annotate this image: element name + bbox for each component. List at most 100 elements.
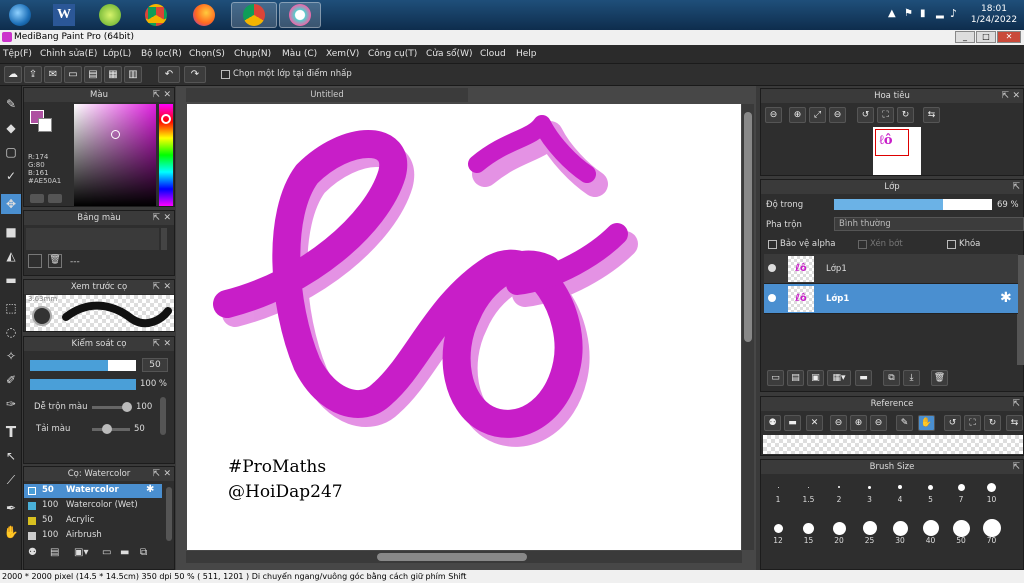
maximize-button[interactable]: □ bbox=[976, 31, 996, 43]
panel-popout-icon[interactable]: ⇱ bbox=[152, 467, 160, 481]
brush-load-icon[interactable]: ▣▾ bbox=[74, 547, 94, 561]
doc-settings-icon[interactable]: ▦ bbox=[104, 66, 122, 83]
tray-network-icon[interactable]: ▂ bbox=[936, 8, 944, 19]
tray-volume-icon[interactable]: ♪ bbox=[950, 7, 957, 20]
pen-tool-icon[interactable]: ✒ bbox=[1, 498, 21, 518]
drawing-canvas[interactable]: #ProMaths @HoiDap247 bbox=[187, 104, 741, 550]
operation-tool-icon[interactable]: ↖ bbox=[1, 446, 21, 466]
menu-file[interactable]: Tệp(F) bbox=[3, 49, 32, 59]
brush-size-cell[interactable]: 7 bbox=[946, 477, 976, 517]
document-tab[interactable]: Untitled bbox=[186, 88, 468, 102]
panel-close-icon[interactable]: ✕ bbox=[163, 280, 171, 294]
brush-size-value[interactable]: 50 bbox=[142, 358, 168, 372]
duplicate-layer-icon[interactable]: ⧉ bbox=[883, 370, 900, 386]
lasso-tool-icon[interactable]: ◌ bbox=[1, 322, 21, 342]
brush-size-cell[interactable]: 5 bbox=[916, 477, 946, 517]
minimize-button[interactable]: _ bbox=[955, 31, 975, 43]
zoom-minus-icon[interactable]: ⊖ bbox=[829, 107, 846, 123]
panel-close-icon[interactable]: ✕ bbox=[1012, 89, 1020, 103]
move-tool-icon[interactable]: ✥ bbox=[1, 194, 21, 214]
fill-rect-tool-icon[interactable]: ■ bbox=[1, 222, 21, 242]
layer-opacity-slider[interactable] bbox=[834, 199, 992, 210]
panel-close-icon[interactable]: ✕ bbox=[163, 467, 171, 481]
protect-alpha-checkbox[interactable] bbox=[768, 240, 777, 249]
panel-popout-icon[interactable]: ⇱ bbox=[152, 88, 160, 102]
undo-button[interactable]: ↶ bbox=[158, 66, 180, 83]
gradient-tool-icon[interactable]: ▬ bbox=[1, 270, 21, 290]
menu-filter[interactable]: Bộ lọc(R) bbox=[141, 49, 182, 59]
taskbar-chrome-active[interactable] bbox=[231, 2, 277, 28]
taskbar-coccoc[interactable] bbox=[90, 2, 130, 28]
panel-popout-icon[interactable]: ⇱ bbox=[1012, 460, 1020, 474]
select-layer-checkbox[interactable] bbox=[221, 70, 230, 79]
menu-color[interactable]: Màu (C) bbox=[282, 49, 317, 59]
reference-zoom-out-icon[interactable]: ⊖ bbox=[830, 415, 847, 431]
clock[interactable]: 18:01 1/24/2022 bbox=[970, 4, 1018, 26]
actual-size-icon[interactable]: ⛶ bbox=[877, 107, 894, 123]
eraser-tool-icon[interactable]: ◆ bbox=[1, 118, 21, 138]
hue-slider[interactable] bbox=[159, 104, 173, 206]
layer-list-scrollbar[interactable] bbox=[1017, 255, 1024, 365]
layer-row-selected[interactable]: ℓô Lớp1 ✱ bbox=[764, 284, 1018, 314]
menu-help[interactable]: Help bbox=[516, 49, 537, 59]
brush-item-acrylic[interactable]: 50 Acrylic bbox=[24, 514, 162, 528]
layer-visibility-icon[interactable] bbox=[768, 294, 776, 302]
new-8bit-layer-icon[interactable]: ▣ bbox=[807, 370, 824, 386]
page-icon[interactable]: ▭ bbox=[64, 66, 82, 83]
panel-popout-icon[interactable]: ⇱ bbox=[152, 337, 160, 351]
brush-size-cell[interactable]: 4 bbox=[885, 477, 915, 517]
text-tool-icon[interactable]: T bbox=[1, 422, 21, 442]
flip-icon[interactable]: ⇆ bbox=[923, 107, 940, 123]
density-slider-knob[interactable] bbox=[102, 424, 112, 434]
hand-tool-icon[interactable]: ✋ bbox=[1, 522, 21, 542]
zoom-out-icon[interactable]: ⊖ bbox=[765, 107, 782, 123]
select-eraser-icon[interactable]: ✑ bbox=[1, 394, 21, 414]
document-icon[interactable]: ▤ bbox=[84, 66, 102, 83]
menu-snap[interactable]: Chụp(N) bbox=[234, 49, 271, 59]
brush-new-icon[interactable]: ▤ bbox=[50, 547, 64, 561]
blend-slider[interactable] bbox=[92, 402, 132, 412]
brush-size-cell[interactable]: 1.5 bbox=[794, 477, 824, 517]
reference-rotate-left-icon[interactable]: ↺ bbox=[944, 415, 961, 431]
panel-close-icon[interactable]: ✕ bbox=[163, 337, 171, 351]
navigator-thumbnail[interactable]: ℓô bbox=[873, 127, 921, 175]
brush-size-cell[interactable]: 3 bbox=[855, 477, 885, 517]
brush-tool-icon[interactable]: ✎ bbox=[1, 94, 21, 114]
reference-eyedropper-icon[interactable]: ✎ bbox=[896, 415, 913, 431]
tray-arrow-icon[interactable]: ▲ bbox=[888, 8, 896, 19]
brush-control-scrollbar[interactable] bbox=[160, 397, 166, 435]
dot-tool-icon[interactable]: ✓ bbox=[1, 166, 21, 186]
reference-open-icon[interactable]: ▬ bbox=[784, 415, 801, 431]
brush-edit-icon[interactable]: ▭ bbox=[102, 547, 116, 561]
reference-add-icon[interactable]: ⚉ bbox=[764, 415, 781, 431]
canvas-vertical-scroll-thumb[interactable] bbox=[744, 112, 752, 342]
panel-popout-icon[interactable]: ⇱ bbox=[1012, 397, 1020, 411]
reference-zoom-in-icon[interactable]: ⊕ bbox=[850, 415, 867, 431]
reference-preview[interactable] bbox=[763, 435, 1023, 454]
brush-size-cell[interactable]: 70 bbox=[977, 518, 1007, 558]
brush-size-cell[interactable]: 20 bbox=[824, 518, 854, 558]
eyedropper-tool-icon[interactable]: ⟋ bbox=[1, 470, 21, 490]
brush-size-cell[interactable]: 2 bbox=[824, 477, 854, 517]
brush-size-cell[interactable]: 12 bbox=[763, 518, 793, 558]
brush-item-watercolor-wet[interactable]: 100 Watercolor (Wet) bbox=[24, 499, 162, 513]
lock-checkbox[interactable] bbox=[947, 240, 956, 249]
blend-mode-select[interactable]: Bình thường bbox=[834, 217, 1024, 231]
brush-size-cell[interactable]: 1 bbox=[763, 477, 793, 517]
rotate-right-icon[interactable]: ↻ bbox=[897, 107, 914, 123]
reference-rotate-right-icon[interactable]: ↻ bbox=[984, 415, 1001, 431]
brush-item-watercolor[interactable]: 50 Watercolor ✱ bbox=[24, 484, 162, 498]
menu-select[interactable]: Chọn(S) bbox=[189, 49, 225, 59]
upload-icon[interactable]: ⇪ bbox=[24, 66, 42, 83]
panel-close-icon[interactable]: ✕ bbox=[163, 88, 171, 102]
brush-size-cell[interactable]: 40 bbox=[916, 518, 946, 558]
close-button[interactable]: ✕ bbox=[997, 31, 1021, 43]
taskbar-chrome[interactable] bbox=[136, 2, 176, 28]
brush-size-cell[interactable]: 30 bbox=[885, 518, 915, 558]
menu-tools[interactable]: Công cụ(T) bbox=[368, 49, 417, 59]
magic-wand-icon[interactable]: ✧ bbox=[1, 346, 21, 366]
brush-folder-icon[interactable]: ▬ bbox=[120, 547, 134, 561]
reference-actual-icon[interactable]: ⛶ bbox=[964, 415, 981, 431]
tray-flag-icon[interactable]: ⚑ bbox=[904, 8, 913, 19]
zoom-in-icon[interactable]: ⊕ bbox=[789, 107, 806, 123]
